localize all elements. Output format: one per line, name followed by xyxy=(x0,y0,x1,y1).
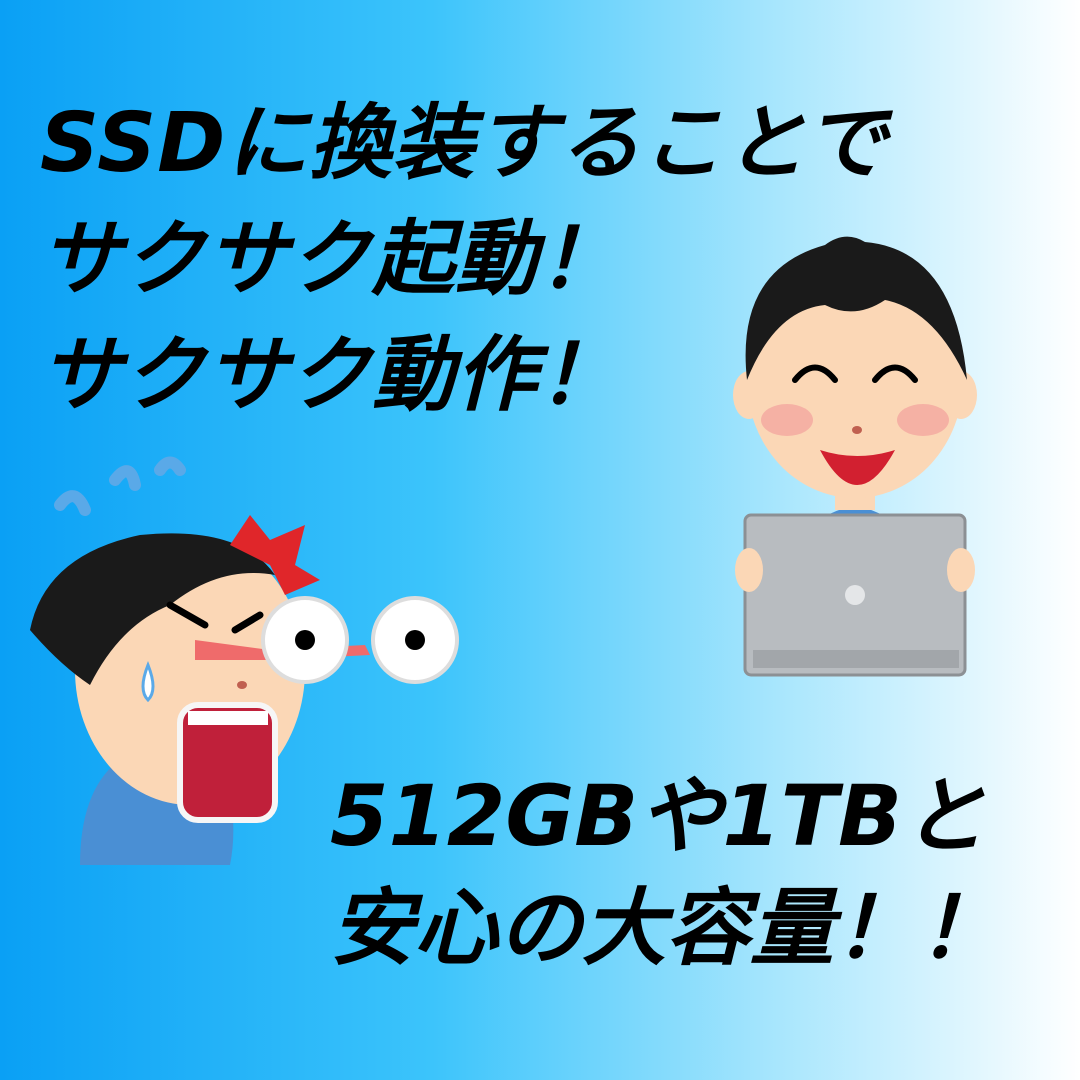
nose xyxy=(237,681,247,689)
teeth xyxy=(188,711,268,725)
right-pupil xyxy=(405,630,425,650)
right-cheek xyxy=(897,404,949,436)
promo-canvas: SSDに換装することで サクサク起動！ サクサク動作！ 512GBや1TBと 安… xyxy=(0,0,1080,1080)
sweat-mark-3 xyxy=(154,456,186,476)
headline-line-1: SSDに換装することで xyxy=(40,96,888,191)
sweat-mark-1 xyxy=(54,490,91,516)
capacity-line-2: 安心の大容量！！ xyxy=(330,879,1003,977)
left-pupil xyxy=(295,630,315,650)
tear-drop xyxy=(141,660,155,703)
right-ear xyxy=(945,371,977,419)
capacity-line-1: 512GBや1TBと xyxy=(330,767,987,865)
nose xyxy=(852,426,862,434)
sweat-mark-2 xyxy=(109,465,141,491)
laptop-logo xyxy=(845,585,865,605)
laptop-base xyxy=(753,650,959,668)
capacity-text: 512GBや1TBと 安心の大容量！！ xyxy=(330,760,1002,984)
left-ear xyxy=(733,371,765,419)
left-hand xyxy=(735,548,763,592)
happy-man-with-laptop-illustration xyxy=(733,236,977,677)
right-hand xyxy=(947,548,975,592)
left-cheek xyxy=(761,404,813,436)
